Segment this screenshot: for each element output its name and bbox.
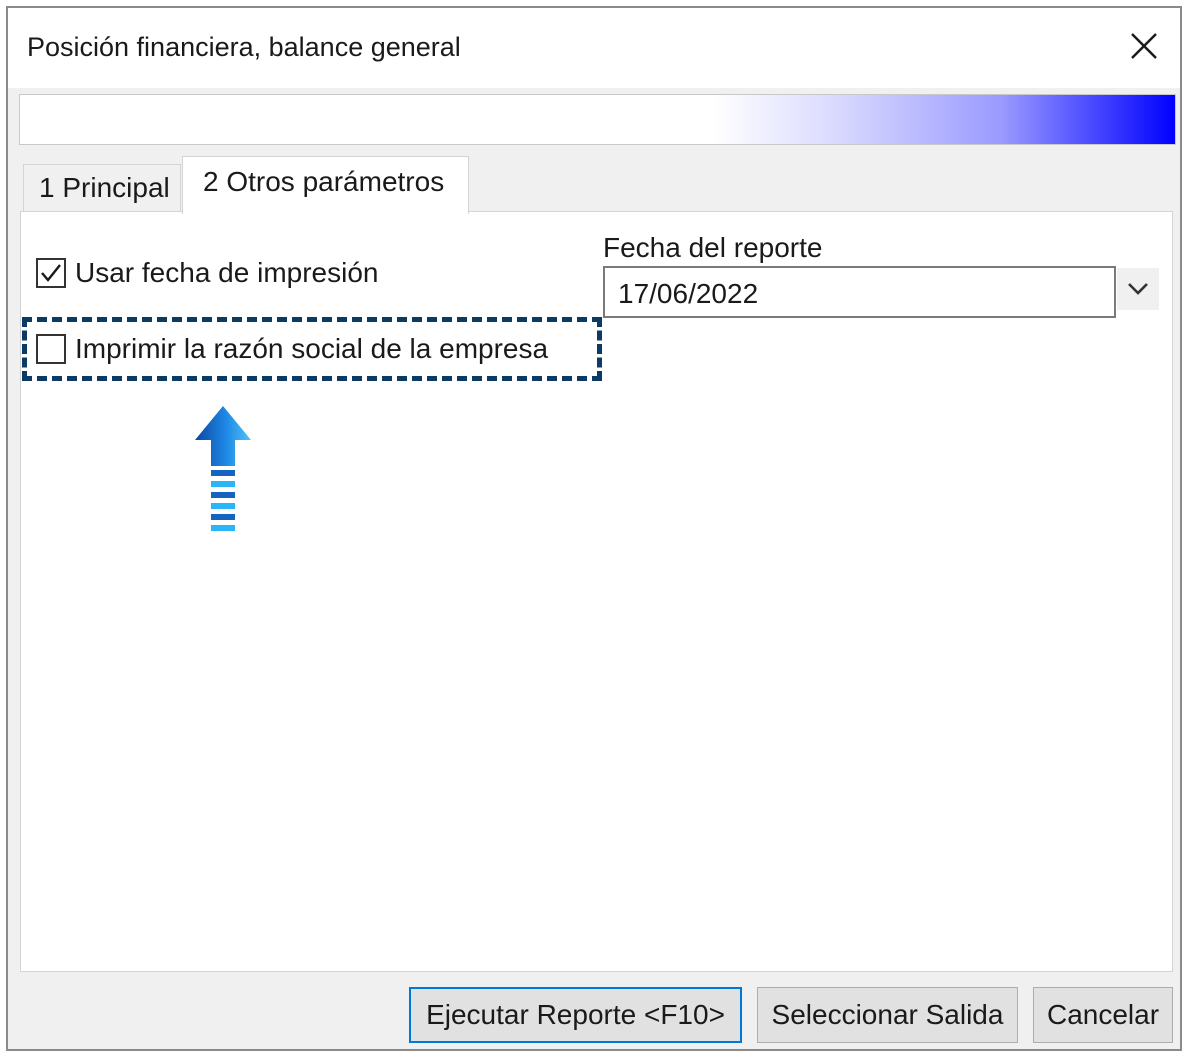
cancel-button[interactable]: Cancelar [1033,987,1173,1043]
report-date-dropdown-button[interactable] [1117,268,1159,310]
report-date-input[interactable]: 17/06/2022 [603,266,1116,318]
close-icon [1131,33,1157,59]
arrow-up-icon [195,406,251,531]
close-button[interactable] [1124,26,1164,66]
use-print-date-label: Usar fecha de impresión [75,257,379,288]
tab-strip: 1 Principal 2 Otros parámetros [19,156,519,214]
tab-panel: Usar fecha de impresión Imprimir la razó… [20,211,1173,972]
gradient-banner [19,94,1176,145]
run-report-button[interactable]: Ejecutar Reporte <F10> [409,987,742,1043]
use-print-date-option[interactable]: Usar fecha de impresión [36,257,378,289]
tab-otros-parametros[interactable]: 2 Otros parámetros [182,156,469,214]
dialog-window: Posición financiera, balance general 1 P… [6,6,1182,1051]
checkmark-icon [41,264,61,282]
report-date-label: Fecha del reporte [603,232,823,263]
print-company-name-option[interactable]: Imprimir la razón social de la empresa [36,333,548,365]
print-company-name-label: Imprimir la razón social de la empresa [75,333,549,364]
chevron-down-icon [1128,283,1148,295]
use-print-date-checkbox[interactable] [36,258,66,288]
print-company-name-checkbox[interactable] [36,334,66,364]
tab-principal[interactable]: 1 Principal [23,164,181,212]
window-title: Posición financiera, balance general [27,32,461,62]
select-output-button[interactable]: Seleccionar Salida [757,987,1018,1043]
title-bar: Posición financiera, balance general [8,8,1180,88]
